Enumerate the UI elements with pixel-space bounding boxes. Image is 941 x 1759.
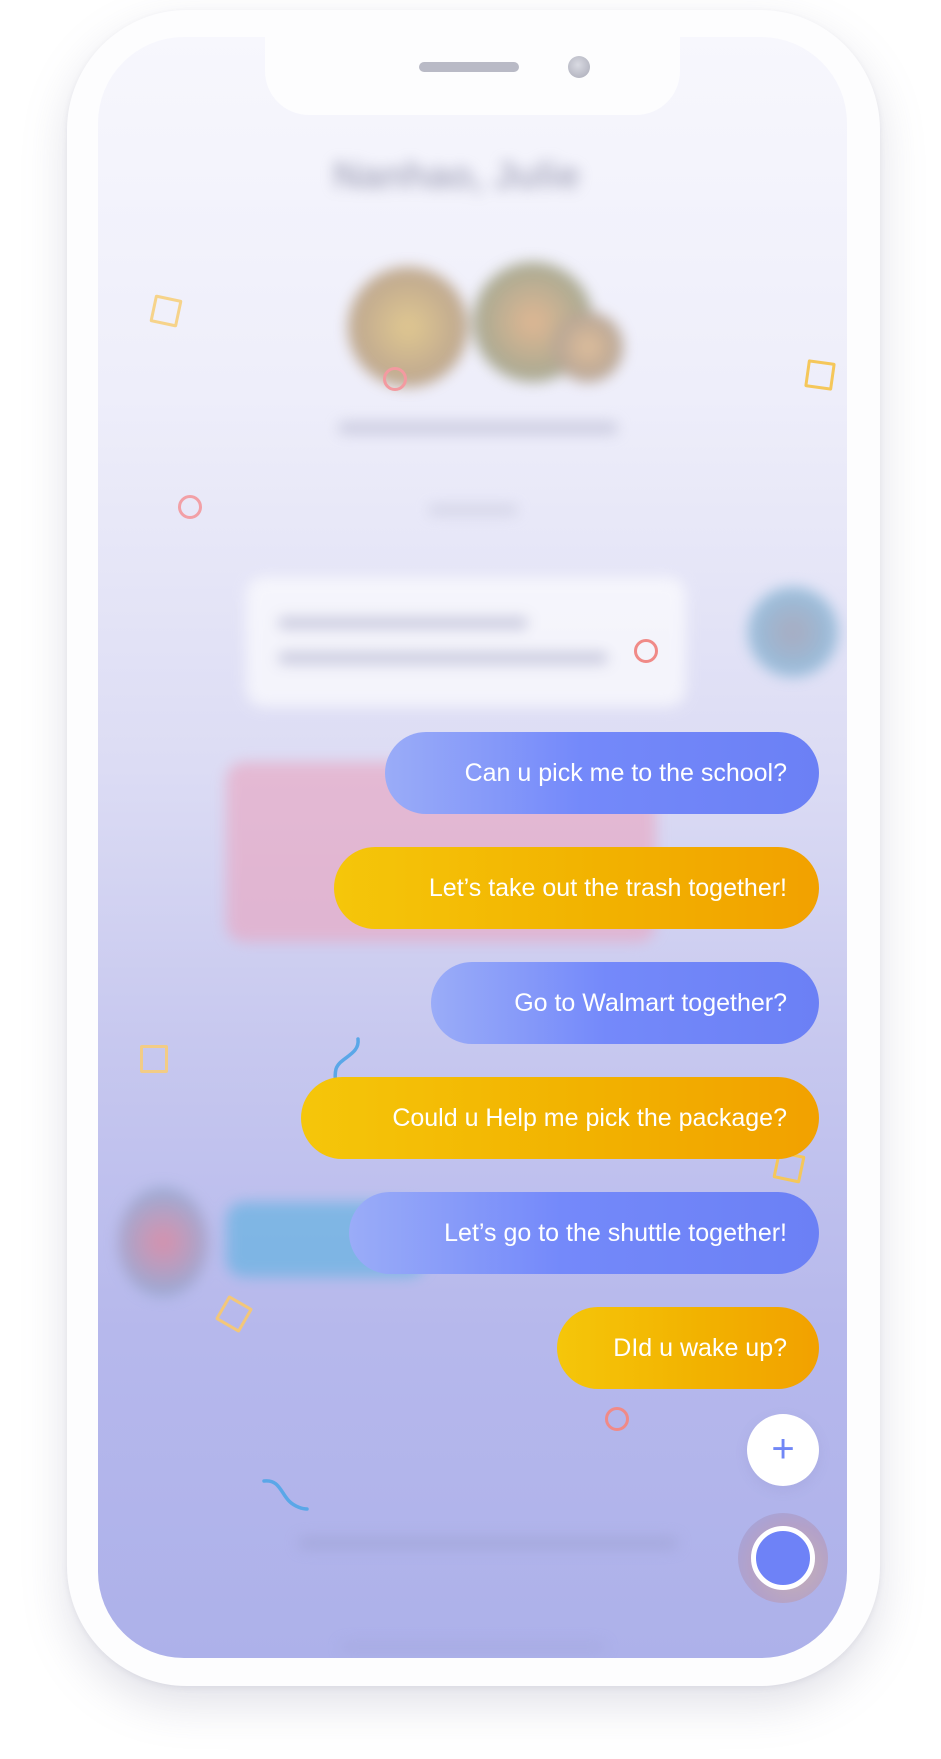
suggestion-label: Can u pick me to the school? — [464, 758, 787, 787]
record-button[interactable] — [738, 1513, 828, 1603]
camera-icon — [568, 56, 590, 78]
message-card — [246, 577, 686, 707]
confetti-squiggle-icon — [262, 1479, 309, 1511]
suggestion-bubble[interactable]: Go to Walmart together? — [431, 962, 819, 1044]
avatar — [748, 587, 838, 677]
confetti-square-icon — [804, 359, 836, 391]
confetti-square-icon — [149, 294, 183, 328]
record-icon — [751, 1526, 815, 1590]
chat-screen: Nanhao, Julie Can u pick me to the schoo… — [98, 37, 847, 1658]
avatar — [348, 267, 468, 387]
confetti-ring-icon — [178, 495, 202, 519]
suggestion-bubble[interactable]: Let’s go to the shuttle together! — [349, 1192, 819, 1274]
status-line — [338, 422, 618, 434]
speaker-icon — [419, 62, 519, 72]
suggestion-label: DId u wake up? — [613, 1333, 787, 1362]
suggestion-label: Go to Walmart together? — [514, 988, 787, 1017]
confetti-square-icon — [140, 1045, 168, 1073]
page-title: Nanhao, Julie — [333, 155, 581, 197]
confetti-ring-icon — [634, 639, 658, 663]
suggestion-label: Let’s go to the shuttle together! — [444, 1218, 787, 1247]
avatar — [553, 312, 623, 382]
suggestion-bubble[interactable]: Can u pick me to the school? — [385, 732, 819, 814]
confetti-ring-icon — [383, 367, 407, 391]
add-button[interactable]: + — [747, 1414, 819, 1486]
message-line — [278, 617, 528, 629]
suggestion-bubble[interactable]: Could u Help me pick the package? — [301, 1077, 819, 1159]
suggestion-bubble[interactable]: DId u wake up? — [557, 1307, 819, 1389]
avatar — [118, 1187, 208, 1297]
suggestion-label: Let’s take out the trash together! — [428, 873, 787, 902]
timestamp-line — [428, 505, 518, 515]
home-indicator — [340, 1642, 606, 1652]
plus-icon: + — [771, 1426, 795, 1471]
confetti-ring-icon — [605, 1407, 629, 1431]
suggestion-bubble[interactable]: Let’s take out the trash together! — [334, 847, 819, 929]
message-input-placeholder — [298, 1537, 678, 1549]
message-line — [278, 652, 608, 664]
notch — [265, 37, 680, 115]
suggestion-label: Could u Help me pick the package? — [392, 1103, 787, 1132]
